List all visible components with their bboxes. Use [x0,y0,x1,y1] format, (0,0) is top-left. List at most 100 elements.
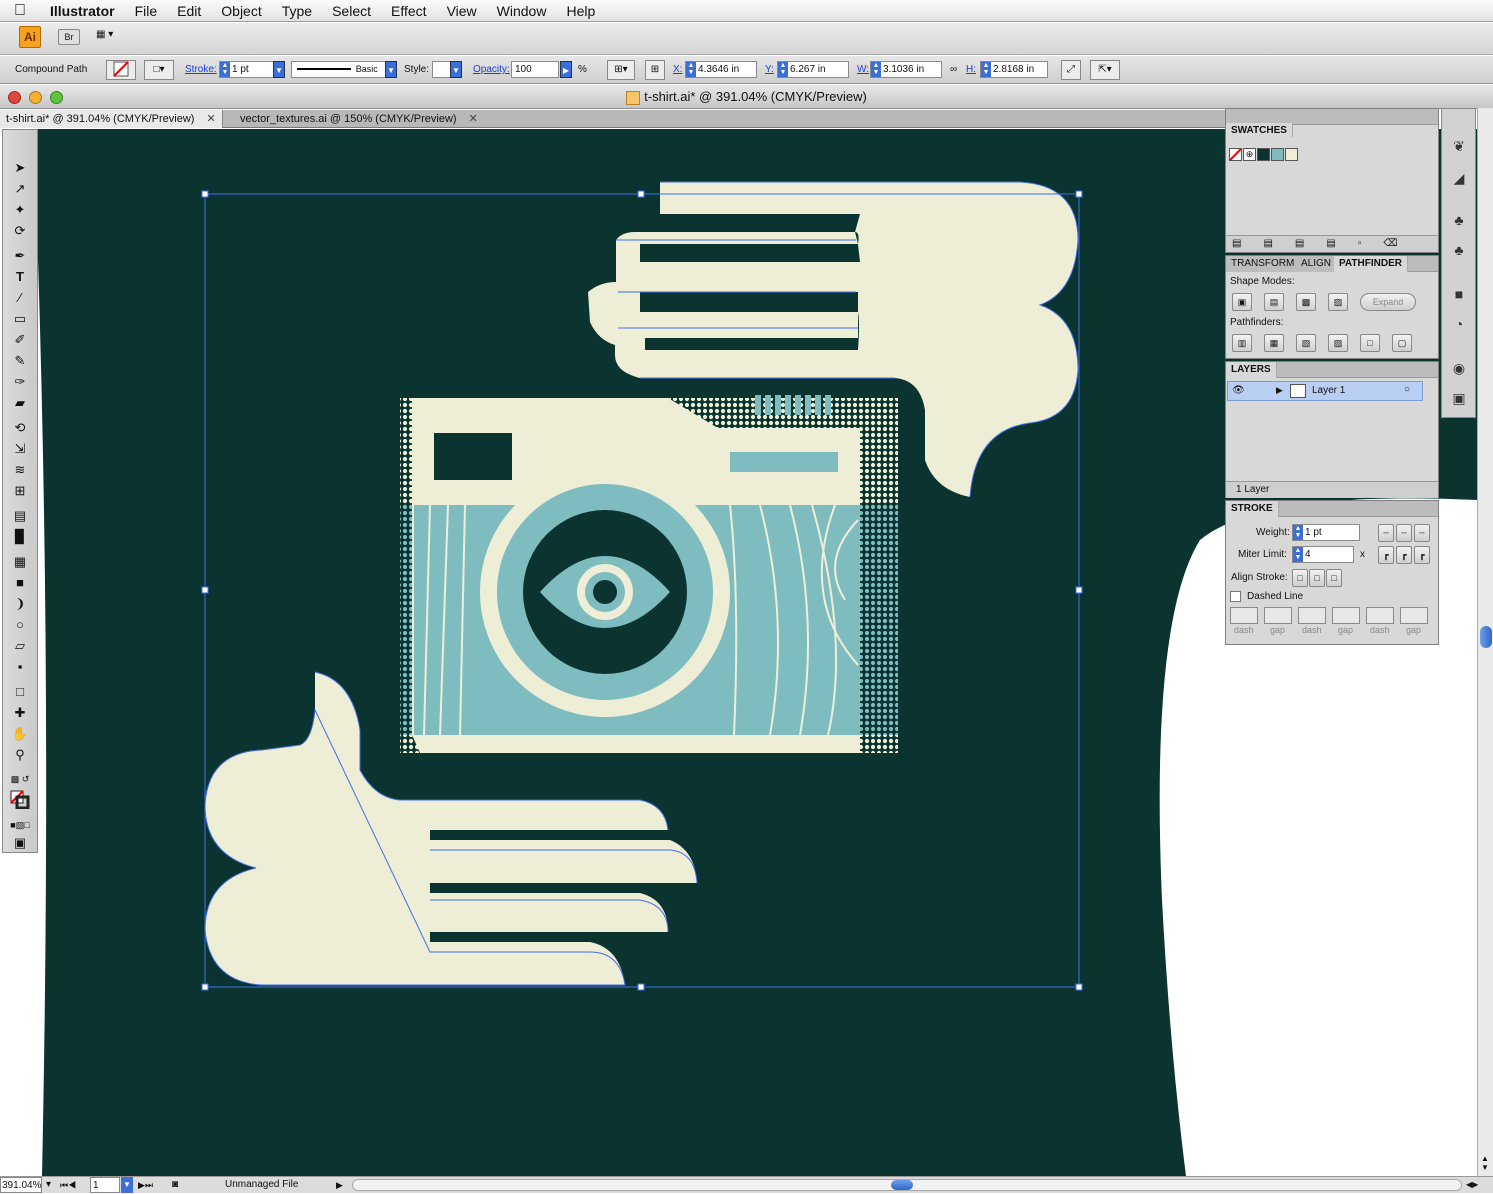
exclude-button[interactable]: ▨ [1328,293,1348,311]
live-paint-tool-icon[interactable]: ▱ [10,636,30,655]
swatches-footer-buttons[interactable]: ▤▤▤▤▫⌫ [1226,235,1438,252]
height-field[interactable]: ▲ ▼ 2.8168 in [980,61,1048,78]
w-label-link[interactable]: W: [857,61,869,79]
live-paint-selection-tool-icon[interactable]: ▪ [10,657,30,676]
target-circle-icon[interactable]: ○ [1404,384,1410,395]
swatch-teal[interactable] [1271,148,1284,161]
expand-button[interactable]: Expand [1360,293,1416,311]
scroll-arrows-icon[interactable]: ▲ ▼ [1481,1154,1489,1172]
stepper-icon[interactable]: ▲ ▼ [1293,547,1303,562]
dashed-line-checkbox[interactable] [1230,591,1241,602]
x-position-field[interactable]: ▲ ▼ 4.3646 in [685,61,757,78]
gap-3-input[interactable] [1400,607,1428,624]
symbols-icon[interactable]: ♣ [1450,211,1468,229]
stepper-icon[interactable]: ▲ ▼ [1293,525,1303,540]
bevel-join-button[interactable]: ┏ [1414,546,1430,564]
layer-row[interactable]: 👁 ▶ Layer 1 ○ [1227,381,1423,401]
swatch-cream[interactable] [1285,148,1298,161]
close-tab-icon[interactable]: ✕ [206,113,215,125]
type-tool-icon[interactable]: T [10,267,30,286]
artboard-nav-next-last-icon[interactable]: ▶⏭ [138,1177,153,1193]
align-outside-button[interactable]: □ [1326,569,1342,587]
stepper-icon[interactable]: ▲ ▼ [981,62,991,77]
gap-1-input[interactable] [1264,607,1292,624]
minus-front-button[interactable]: ▤ [1264,293,1284,311]
tab-t-shirt[interactable]: t-shirt.ai* @ 391.04% (CMYK/Preview) ✕ [0,110,223,128]
stepper-icon[interactable]: ▲ ▼ [871,62,881,77]
merge-button[interactable]: ▧ [1296,334,1316,352]
brush-field[interactable]: Basic [291,61,386,78]
blend-tool-icon[interactable]: ○ [10,615,30,634]
graphic-styles-icon[interactable]: ◢ [1450,169,1468,187]
stroke-swatch-button[interactable]: □▾ [144,60,174,80]
isolate-selection-button[interactable]: ⇱▾ [1090,60,1120,80]
selection-tool-icon[interactable]: ➤ [10,158,30,177]
zoom-level-field[interactable]: 391.04% [0,1177,42,1193]
horizontal-scroll-thumb[interactable] [891,1180,913,1190]
symbol-sprayer-tool-icon[interactable]: ▤ [10,506,30,525]
direct-selection-tool-icon[interactable]: ↗ [10,179,30,198]
magic-wand-tool-icon[interactable]: ✦ [10,200,30,219]
status-menu-arrow-icon[interactable]: ▶ [336,1177,343,1193]
reference-point-button[interactable]: ⊞▾ [607,60,635,80]
y-label-link[interactable]: Y: [765,61,774,79]
stroke-weight-dropdown[interactable]: ▼ [273,61,285,78]
version-cue-icon[interactable]: ◙ [172,1177,178,1193]
zoom-dropdown-icon[interactable]: ▾ [46,1177,56,1193]
align-options-button[interactable]: ⊞ [645,60,665,80]
layers-tab[interactable]: LAYERS [1226,362,1277,378]
opacity-field[interactable]: 100 [511,61,559,78]
align-center-button[interactable]: □ [1292,569,1308,587]
camera-illustration[interactable] [400,395,898,753]
line-tool-icon[interactable]: ∕ [10,288,30,307]
visibility-eye-icon[interactable]: 👁 [1232,385,1245,396]
swatch-registration[interactable]: ⊕ [1243,148,1256,161]
apple-menu-icon[interactable]:  [0,2,40,20]
gradient-icon[interactable]: ■ [1450,285,1468,303]
blob-brush-tool-icon[interactable]: ✑ [10,372,30,391]
minus-back-button[interactable]: ▢ [1392,334,1412,352]
artboard-nav-first-prev-icon[interactable]: ⏮◀ [60,1177,76,1193]
brushes-icon[interactable]: ❦ [1450,137,1468,155]
unite-button[interactable]: ▣ [1232,293,1252,311]
fill-swatch-button[interactable] [106,60,136,80]
divide-button[interactable]: ▥ [1232,334,1252,352]
eraser-tool-icon[interactable]: ▰ [10,393,30,412]
align-inside-button[interactable]: □ [1309,569,1325,587]
artboards-icon[interactable]: ▣ [1450,389,1468,407]
transform-button[interactable]: ⤢ [1061,60,1081,80]
swatch-none[interactable] [1229,148,1242,161]
stroke-label-link[interactable]: Stroke: [185,61,217,79]
gradient-tool-icon[interactable]: ■ [10,573,30,592]
club-symbol-icon[interactable]: ♣ [1450,241,1468,259]
width-field[interactable]: ▲ ▼ 3.1036 in [870,61,942,78]
butt-cap-button[interactable]: ┄ [1378,524,1394,542]
brush-dropdown[interactable]: ▼ [385,61,397,78]
graph-tool-icon[interactable]: ▉ [10,527,30,546]
tab-transform[interactable]: TRANSFORM [1226,256,1301,272]
opacity-slider-button[interactable]: ▶ [560,61,572,78]
stepper-icon[interactable]: ▲ ▼ [220,62,230,77]
eyedropper-tool-icon[interactable]: ❩ [10,594,30,613]
dash-1-input[interactable] [1230,607,1258,624]
artboard-number-field[interactable]: 1 [90,1177,120,1193]
bridge-button[interactable]: Br [58,29,80,45]
horizontal-scrollbar[interactable] [352,1179,1462,1191]
pencil-tool-icon[interactable]: ✎ [10,351,30,370]
default-colors-icon[interactable]: ▩ ↺ [10,770,30,789]
crop-button[interactable]: ▨ [1328,334,1348,352]
menu-object[interactable]: Object [211,3,271,19]
style-dropdown[interactable]: ▼ [450,61,462,78]
vertical-scroll-thumb[interactable] [1480,626,1492,648]
menu-app[interactable]: Illustrator [40,3,125,19]
layer-name[interactable]: Layer 1 [1312,385,1345,396]
transparency-icon[interactable]: ◔ [1450,315,1468,333]
miter-limit-input[interactable]: ▲ ▼ 4 [1292,546,1354,563]
outline-button[interactable]: □ [1360,334,1380,352]
menu-window[interactable]: Window [487,3,557,19]
round-join-button[interactable]: ┏ [1396,546,1412,564]
menu-edit[interactable]: Edit [167,3,211,19]
h-label-link[interactable]: H: [966,61,976,79]
artboard-dropdown[interactable]: ▼ [121,1177,133,1193]
stepper-icon[interactable]: ▲ ▼ [686,62,696,77]
